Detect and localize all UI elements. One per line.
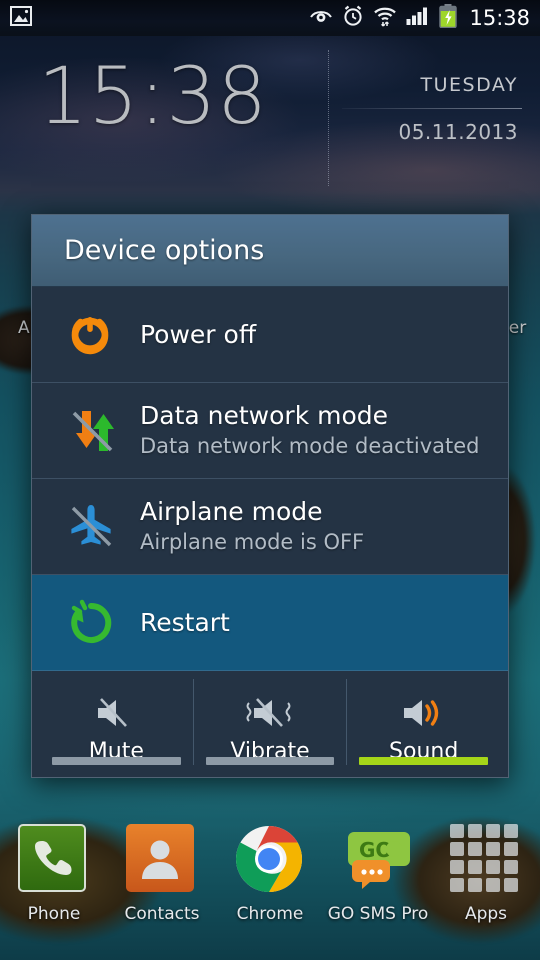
sound-mode-mute[interactable]: Mute [40,679,193,765]
dock: Phone Contacts Chrome GO GO SMS Pro Apps [0,810,540,960]
alarm-clock-icon [342,5,364,31]
dock-item-label: Phone [27,904,81,924]
dialog-title: Device options [64,235,265,266]
option-sublabel: Airplane mode is OFF [140,530,365,554]
option-restart[interactable]: Restart [32,575,508,671]
dock-item-label: Apps [464,904,508,924]
restart-icon [66,598,130,648]
phone-handset-icon [18,824,90,896]
dialog-title-bar: Device options [32,215,508,287]
option-data-network-mode[interactable]: Data network mode Data network mode deac… [32,383,508,479]
speaker-vibrate-icon [244,691,296,735]
option-label: Power off [140,319,257,349]
sound-mode-row: Mute Vibrate Sound [32,671,508,777]
dock-item-contacts[interactable]: Contacts [112,824,212,924]
sound-mode-vibrate[interactable]: Vibrate [192,679,347,765]
battery-charging-icon [439,4,458,32]
apps-grid-icon [450,824,522,896]
status-bar[interactable]: 15:38 [0,0,540,36]
airplane-off-icon [66,501,130,553]
status-bar-clock: 15:38 [469,6,530,30]
option-label: Data network mode [140,401,389,430]
sound-mode-indicator [359,757,489,765]
dock-item-label: Contacts [124,904,200,924]
sound-mode-indicator [52,757,181,765]
clock-widget-day: TUESDAY [420,74,518,96]
clock-widget-date: 05.11.2013 [398,120,518,144]
chrome-logo-icon [234,824,306,896]
dock-item-apps[interactable]: Apps [436,824,536,924]
gallery-image-icon [10,6,32,30]
clock-widget[interactable]: 15:38 TUESDAY 05.11.2013 [8,44,532,192]
option-power-off[interactable]: Power off [32,287,508,383]
wifi-icon [373,5,397,31]
dock-item-chrome[interactable]: Chrome [220,824,320,924]
power-icon [66,311,130,359]
dock-item-label: GO SMS Pro [327,904,429,924]
dock-item-phone[interactable]: Phone [4,824,104,924]
option-label: Restart [140,607,230,637]
device-options-dialog: Device options Power off Data network mo… [31,214,509,778]
speaker-mute-icon [94,691,138,735]
smart-stay-eye-icon [309,8,333,29]
speaker-sound-icon [400,691,448,735]
dock-item-go-sms-pro[interactable]: GO GO SMS Pro [328,824,428,924]
contact-person-icon [126,824,198,896]
clock-widget-divider [328,50,329,186]
signal-bars-icon [406,6,430,30]
clock-widget-rule [342,108,522,109]
option-label: Airplane mode [140,497,323,526]
sound-mode-indicator [205,757,335,765]
option-airplane-mode[interactable]: Airplane mode Airplane mode is OFF [32,479,508,575]
option-sublabel: Data network mode deactivated [140,434,480,458]
dock-item-label: Chrome [236,904,304,924]
go-sms-bubble-icon: GO [342,824,414,896]
clock-widget-time: 15:38 [38,52,268,142]
data-network-off-icon [66,405,130,457]
sound-mode-sound[interactable]: Sound [346,679,500,765]
